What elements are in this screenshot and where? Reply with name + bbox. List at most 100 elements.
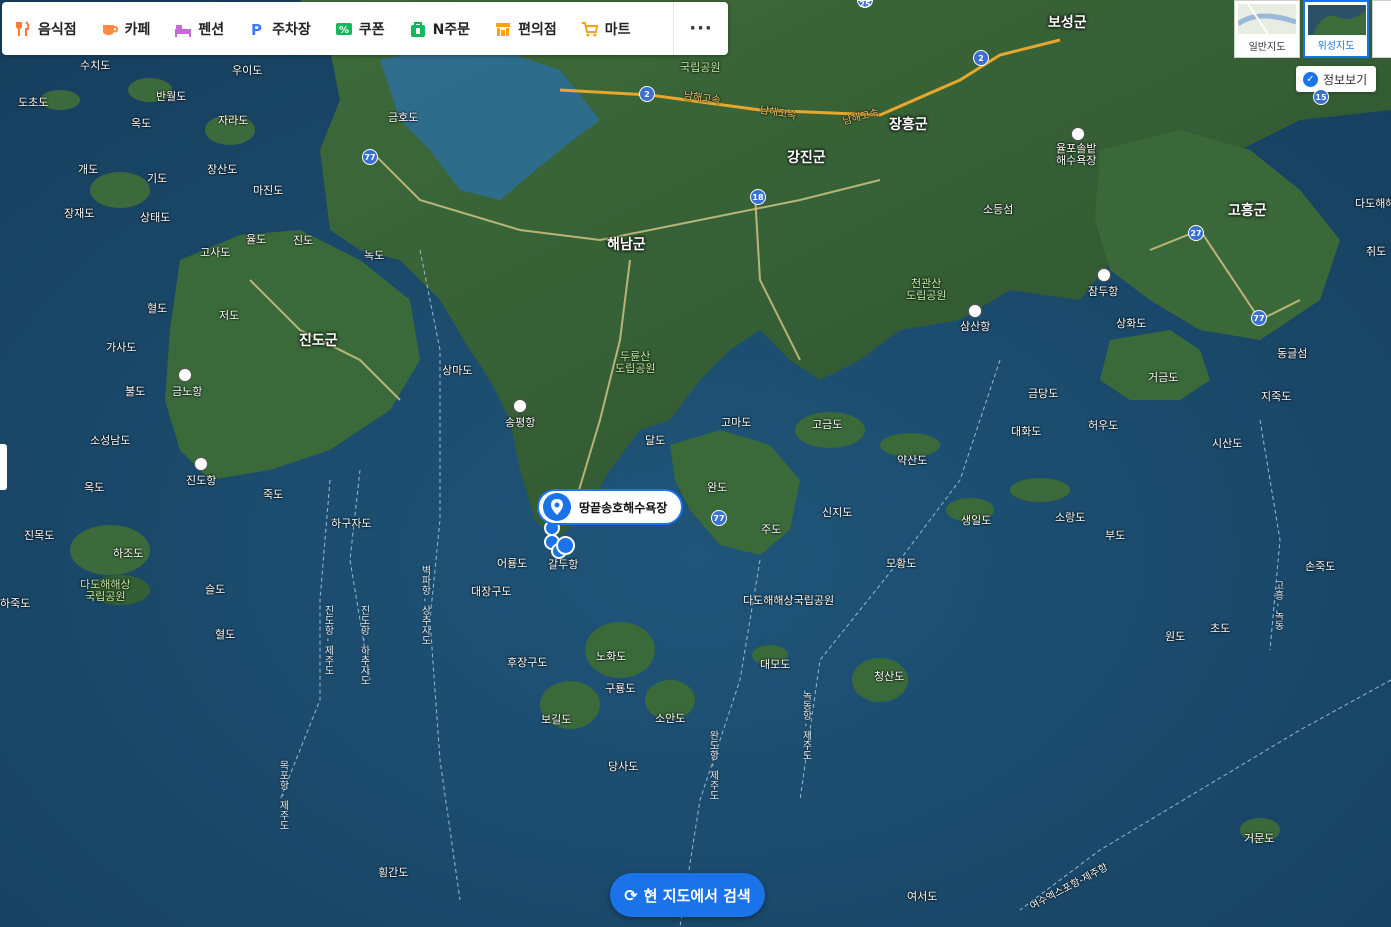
island-label: 초도 <box>1210 622 1231 635</box>
island-label: 장재도 <box>64 207 95 220</box>
maptype-satellite-button[interactable]: 위성지도 <box>1303 0 1369 58</box>
island-label: 노화도 <box>596 650 627 663</box>
category-cafe[interactable]: 카페 <box>89 2 163 55</box>
search-this-area-button[interactable]: ⟳ 현 지도에서 검색 <box>610 873 765 917</box>
category-coupon[interactable]: % 쿠폰 <box>323 2 397 55</box>
island-label: 부도 <box>1105 529 1126 542</box>
category-convenience-store[interactable]: 편의점 <box>482 2 569 55</box>
island-label: 하조도 <box>113 547 144 560</box>
route-shield: 2 <box>973 50 989 66</box>
harbor-icon <box>194 457 208 471</box>
svg-text:%: % <box>339 25 349 36</box>
island-label: 수치도 <box>80 59 111 72</box>
category-restaurant[interactable]: 음식점 <box>2 2 89 55</box>
ferry-route-label: 목포항 - 제주도 <box>277 760 288 830</box>
info-toggle-label: 정보보기 <box>1323 72 1368 87</box>
route-shield: 18 <box>750 189 766 205</box>
more-categories-button[interactable]: ··· <box>673 2 728 55</box>
island-label: 기도 <box>147 172 168 185</box>
island-label: 구룡도 <box>605 682 636 695</box>
island-label: 시산도 <box>1212 437 1243 450</box>
fork-knife-icon <box>16 20 30 36</box>
harbor-icon <box>178 368 192 382</box>
ferry-route-label: 녹동항 - 제주도 <box>800 690 811 760</box>
side-panel-handle[interactable] <box>0 444 7 490</box>
island-label: 마진도 <box>253 184 284 197</box>
normal-map-thumbnail <box>1238 4 1296 34</box>
category-mart[interactable]: 마트 <box>569 2 643 55</box>
harbor-icon <box>513 399 527 413</box>
ferry-route-label: 진도항 - 하추자도 <box>358 605 369 685</box>
route-shield: 27 <box>1188 225 1204 241</box>
island-label: 율도 <box>246 233 267 246</box>
island-label: 주도 <box>761 523 782 536</box>
maptype-next-button[interactable] <box>1372 0 1391 58</box>
category-norder[interactable]: N주문 <box>397 2 482 55</box>
island-label: 죽도 <box>263 488 284 501</box>
category-label: 편의점 <box>518 21 557 38</box>
park-label: 국립공원 <box>680 61 721 74</box>
category-label: 펜션 <box>198 21 225 38</box>
island-label: 고금도 <box>812 418 843 431</box>
island-label: 가사도 <box>106 341 137 354</box>
region-label: 보성군 <box>1048 15 1087 31</box>
refresh-icon: ⟳ <box>624 885 638 905</box>
island-label: 장산도 <box>207 163 238 176</box>
category-label: 음식점 <box>38 21 77 38</box>
island-label: 소안도 <box>655 712 686 725</box>
island-label: 상태도 <box>140 211 171 224</box>
more-icon: ··· <box>689 18 713 39</box>
route-shield: 77 <box>1251 310 1267 326</box>
island-label: 하죽도 <box>0 597 31 610</box>
region-label: 장흥군 <box>889 117 928 133</box>
island-label: 저도 <box>219 309 240 322</box>
island-label: 진도 <box>293 234 314 247</box>
route-shield: 15 <box>1313 89 1329 105</box>
beach-icon <box>1071 127 1085 141</box>
satellite-map[interactable] <box>0 0 1391 927</box>
island-label: 대모도 <box>760 658 791 671</box>
park-label: 두륜산 도립공원 <box>615 350 656 375</box>
harbor-label: 갈두항 <box>548 558 579 571</box>
parking-icon: P <box>251 21 262 38</box>
island-label: 녹도 <box>364 249 385 262</box>
category-pension[interactable]: 펜션 <box>162 2 236 55</box>
category-label: 주차장 <box>272 21 311 38</box>
info-toggle[interactable]: ✓ 정보보기 <box>1296 66 1376 92</box>
island-label: 우이도 <box>232 64 263 77</box>
ferry-route-label: 고흥 - 녹동 <box>1272 580 1283 630</box>
maptype-normal-button[interactable]: 일반지도 <box>1234 0 1300 58</box>
island-label: 당사도 <box>608 760 639 773</box>
island-label: 고마도 <box>721 416 752 429</box>
island-label: 약산도 <box>897 454 928 467</box>
place-marker[interactable] <box>556 536 575 555</box>
category-label: 마트 <box>604 21 631 38</box>
category-parking[interactable]: P 주차장 <box>236 2 323 55</box>
check-icon: ✓ <box>1303 71 1318 87</box>
island-label: 거금도 <box>1148 371 1179 384</box>
coupon-icon: % <box>335 22 352 36</box>
island-label: 완도 <box>707 481 728 494</box>
route-shield: 2 <box>639 86 655 102</box>
park-label: 천관산 도립공원 <box>906 277 947 302</box>
selected-place-marker[interactable]: 땅끝송호해수욕장 <box>537 489 684 525</box>
location-pin-icon <box>543 493 571 521</box>
island-label: 후장구도 <box>507 656 548 669</box>
island-label: 청산도 <box>874 670 905 683</box>
region-label: 강진군 <box>787 150 826 166</box>
island-label: 여서도 <box>907 890 938 903</box>
island-label: 하구자도 <box>331 517 372 530</box>
category-bar: 음식점 카페 펜션 P 주차장 % 쿠폰 N주문 편의점 마트 ··· <box>2 2 728 55</box>
harbor-label: 진도항 <box>186 474 217 487</box>
island-label: 동글섬 <box>1277 347 1308 360</box>
route-shield: 77 <box>362 149 378 165</box>
island-label: 진목도 <box>24 529 55 542</box>
island-label: 생일도 <box>961 514 992 527</box>
island-label: 손죽도 <box>1305 560 1336 573</box>
island-label: 소랑도 <box>1055 511 1086 524</box>
harbor-label: 잠두항 <box>1088 285 1119 298</box>
store-icon <box>496 22 511 36</box>
ferry-route-label: 벽파항 - 상추자도 <box>419 565 430 645</box>
ferry-route-label: 완도항 - 제주도 <box>707 730 718 800</box>
island-label: 어룡도 <box>497 557 528 570</box>
